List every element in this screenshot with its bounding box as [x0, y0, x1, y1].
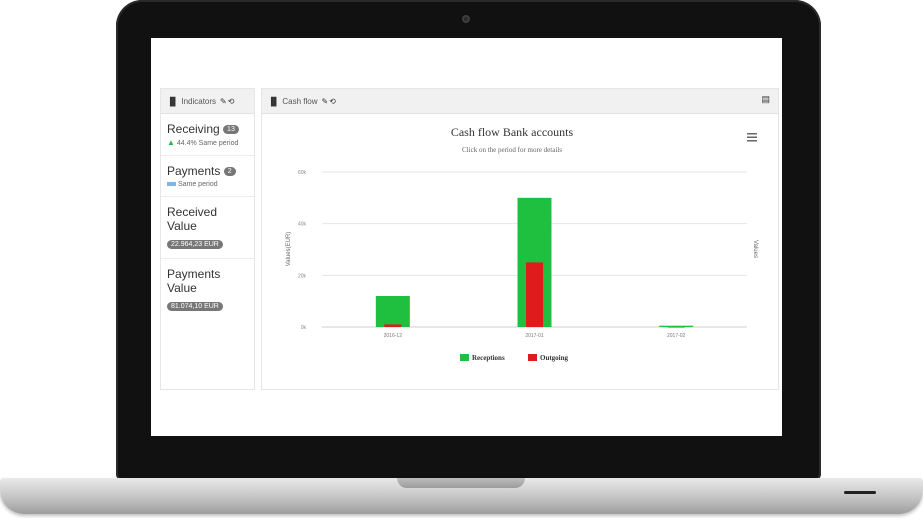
- receiving-label: Receiving: [167, 122, 220, 136]
- payments-label: Payments: [167, 164, 221, 178]
- y-tick-label: 40k: [298, 222, 307, 228]
- y-axis-right-label: Values: [752, 240, 758, 258]
- bar-chart-icon: ▐▌: [167, 96, 179, 106]
- bar-outgoing-2016-12[interactable]: [384, 324, 402, 327]
- legend-label[interactable]: Outgoing: [540, 354, 569, 362]
- payments-trend: Same period: [177, 181, 218, 188]
- indicators-title: Indicators: [181, 96, 217, 106]
- bar-outgoing-2017-02[interactable]: [667, 327, 685, 328]
- y-axis-label: Values(EUR): [286, 232, 292, 267]
- y-tick-label: 20k: [298, 273, 307, 279]
- x-tick-label: 2017-02: [667, 333, 686, 339]
- legend-swatch: [528, 354, 537, 361]
- legend-swatch: [460, 354, 469, 361]
- y-tick-label: 60k: [298, 170, 307, 176]
- bar-chart-icon: ▐▌: [268, 96, 280, 106]
- x-tick-label: 2017-01: [525, 333, 544, 339]
- indicators-panel: ▐▌ Indicators ✎⟲ Receiving 13 ▲ 44.4% Sa…: [160, 88, 255, 390]
- screen: ▐▌ Indicators ✎⟲ Receiving 13 ▲ 44.4% Sa…: [151, 38, 782, 436]
- camera-icon: [462, 15, 470, 23]
- receiving-indicator[interactable]: Receiving 13 ▲ 44.4% Same period: [161, 114, 254, 156]
- receiving-badge: 13: [223, 125, 239, 135]
- edit-icon[interactable]: ✎⟲: [220, 97, 235, 106]
- cash-flow-panel: ▐▌ Cash flow ✎⟲ ▤ Cash flow Bank account…: [261, 88, 779, 390]
- y-tick-label: 0k: [301, 325, 307, 331]
- payments-value-amount: 81.074,10 EUR: [167, 302, 223, 311]
- legend-label[interactable]: Receptions: [472, 354, 505, 362]
- payments-badge: 2: [223, 167, 236, 177]
- chart-title: Cash flow Bank accounts: [451, 125, 574, 139]
- payments-indicator[interactable]: Payments 2 Same period: [161, 156, 254, 197]
- bar-receptions-2016-12[interactable]: [375, 296, 410, 327]
- indicators-header: ▐▌ Indicators ✎⟲: [161, 89, 254, 114]
- arrow-up-icon: ▲: [167, 138, 175, 147]
- cash-flow-header: ▐▌ Cash flow ✎⟲ ▤: [262, 89, 778, 114]
- x-tick-label: 2016-12: [384, 333, 403, 339]
- chart-subtitle: Click on the period for more details: [462, 146, 562, 154]
- bar-receptions-2017-02[interactable]: [659, 325, 694, 327]
- payments-value-indicator[interactable]: Payments Value 81.074,10 EUR: [161, 259, 254, 320]
- laptop-notch: [397, 478, 525, 488]
- equal-icon: [167, 182, 176, 187]
- edit-icon[interactable]: ✎⟲: [321, 97, 336, 106]
- cash-flow-chart: Cash flow Bank accounts Click on the per…: [286, 125, 758, 362]
- received-value-amount: 22.964,23 EUR: [167, 240, 223, 249]
- chart-menu-icon[interactable]: [747, 133, 757, 142]
- panel-menu-icon[interactable]: ▤: [761, 94, 770, 105]
- payments-value-label: Payments Value: [167, 267, 221, 295]
- received-value-label: Received Value: [167, 205, 218, 233]
- bar-outgoing-2017-01[interactable]: [526, 262, 543, 327]
- received-value-indicator[interactable]: Received Value 22.964,23 EUR: [161, 197, 254, 259]
- cash-flow-title: Cash flow: [282, 96, 318, 106]
- receiving-trend: 44.4% Same period: [176, 140, 239, 147]
- laptop-led: [844, 491, 876, 494]
